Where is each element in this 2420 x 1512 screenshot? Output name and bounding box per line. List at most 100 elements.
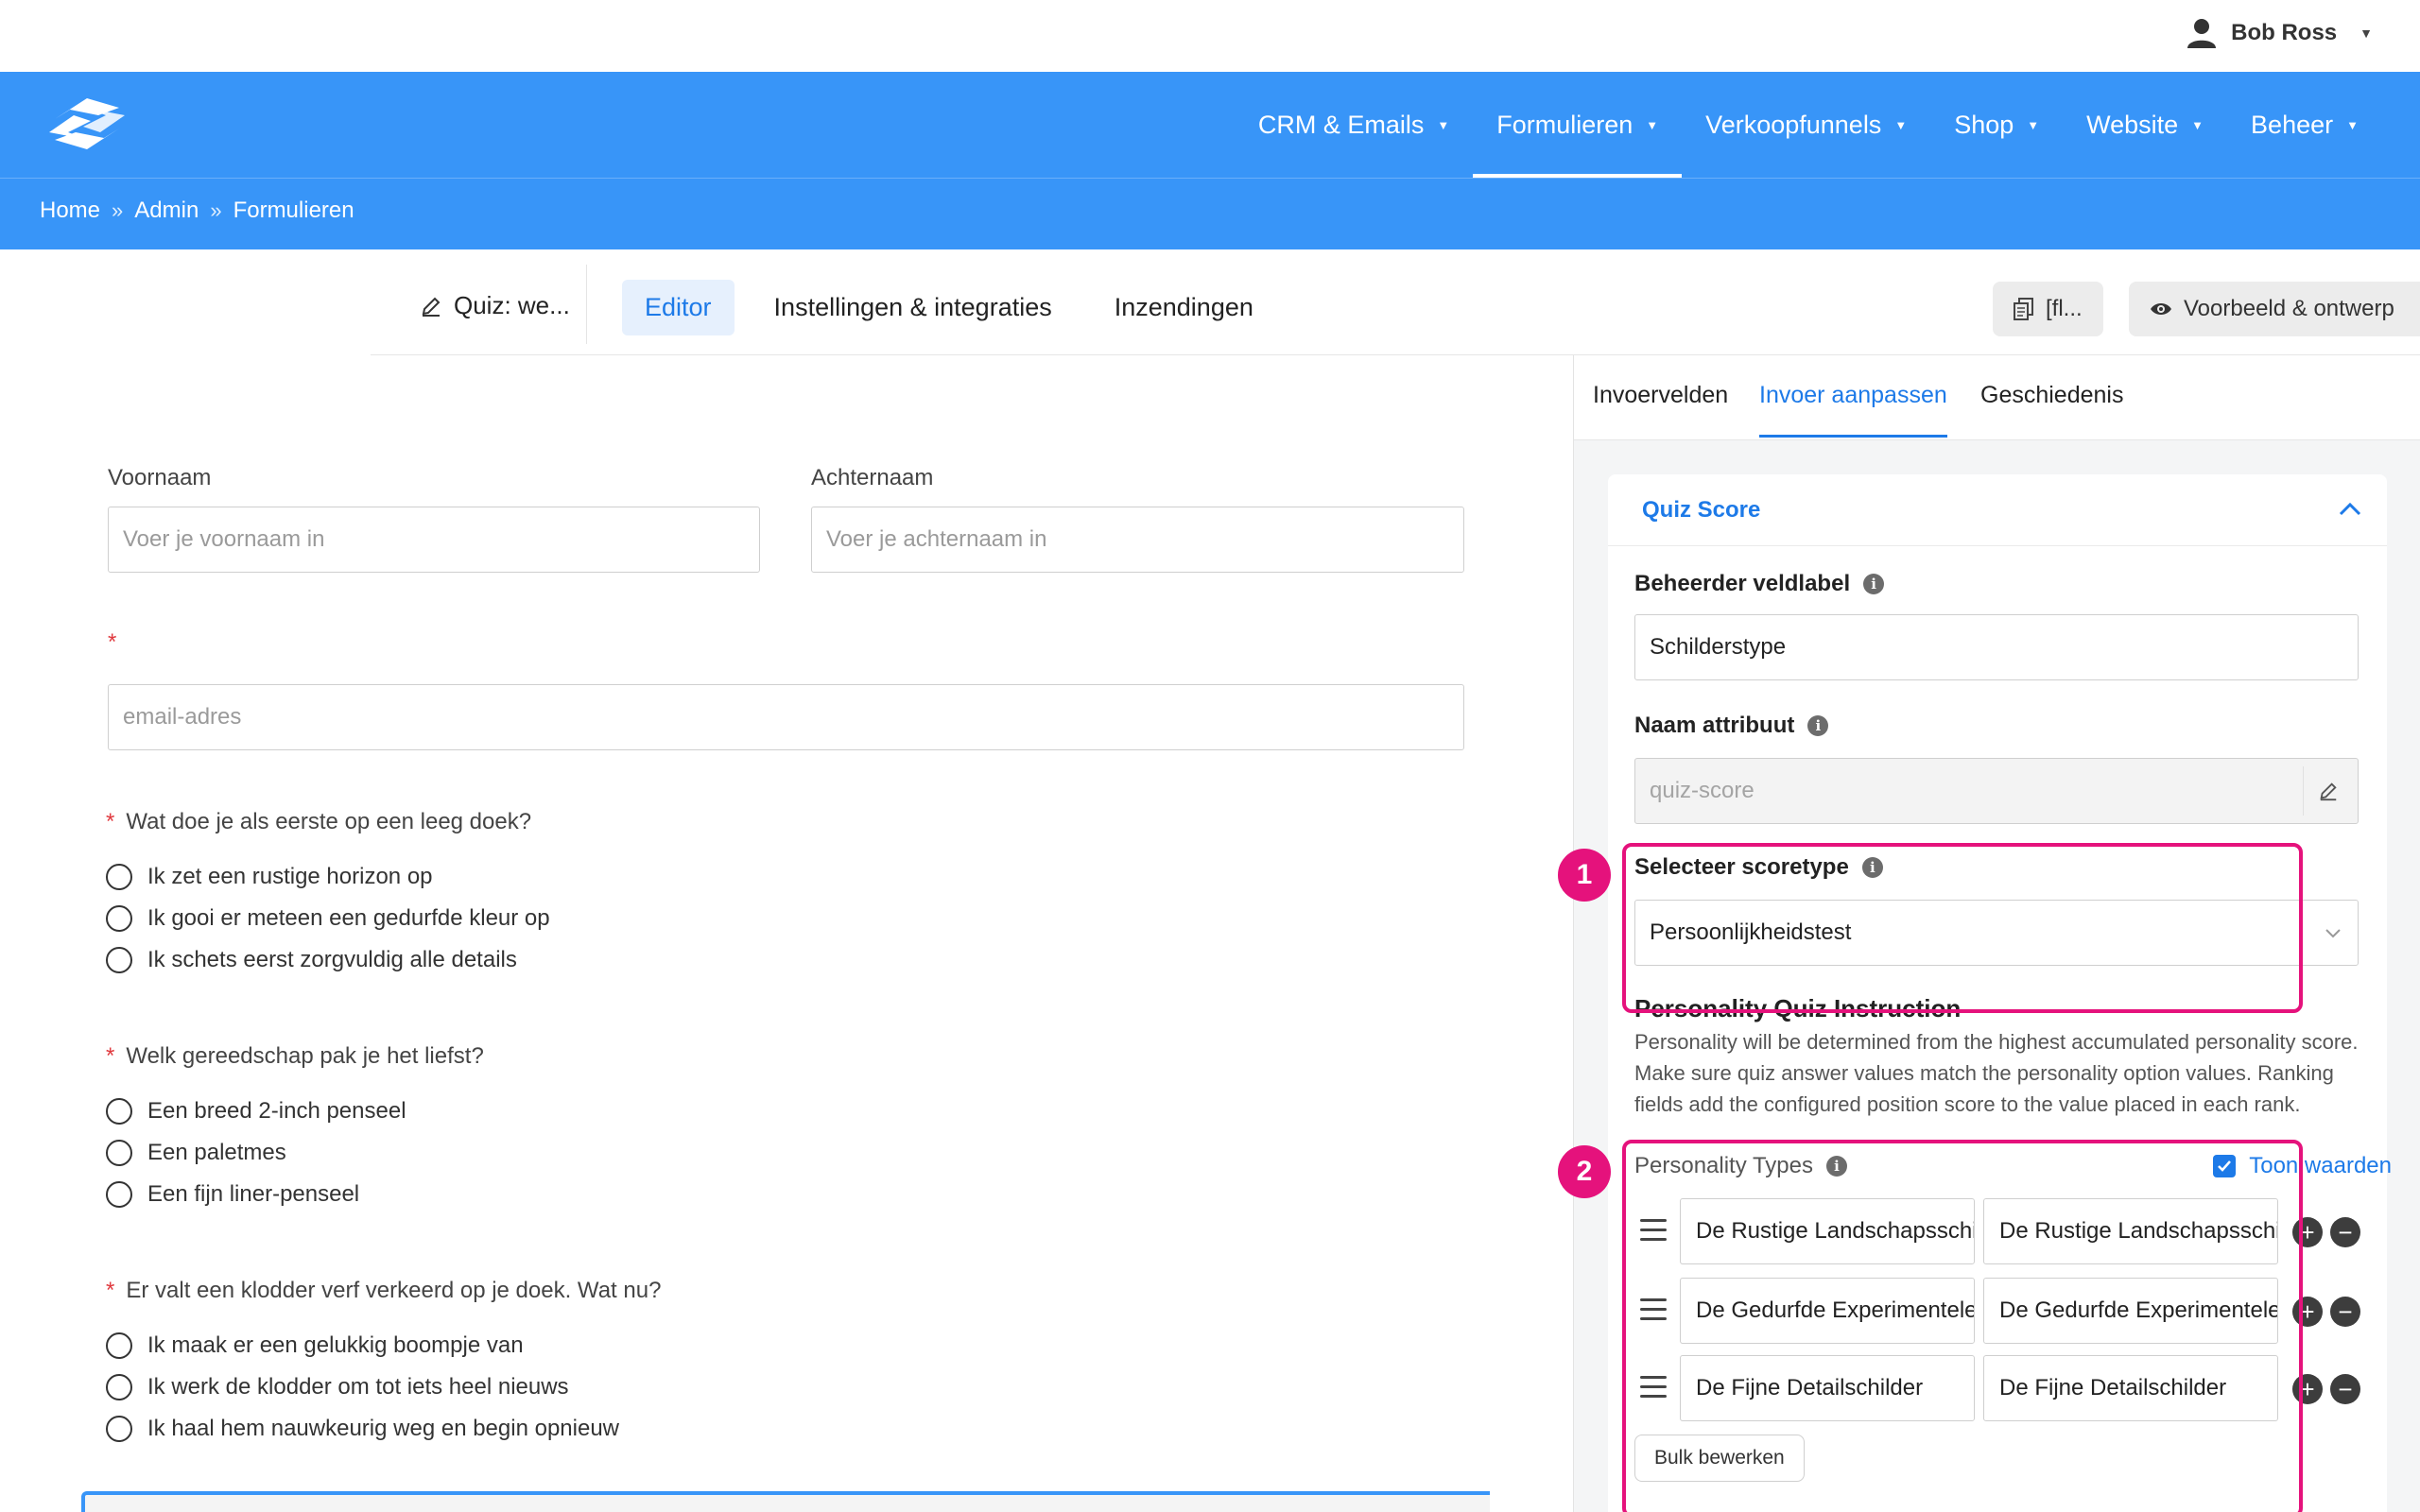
personality-label-input[interactable]: De Gedurfde Experimentele	[1680, 1278, 1975, 1344]
app-logo[interactable]	[42, 91, 132, 157]
nav-crm-emails[interactable]: CRM & Emails ▼	[1235, 72, 1473, 178]
radio-button[interactable]	[106, 947, 132, 973]
admin-label-label: Beheerder veldlabel i	[1634, 571, 1885, 597]
question-3: * Er valt een klodder verf verkeerd op je…	[106, 1278, 661, 1304]
section-header[interactable]: Quiz Score	[1608, 474, 2387, 546]
score-type-select[interactable]: Persoonlijkheidstest	[1634, 900, 2359, 966]
info-icon[interactable]: i	[1863, 574, 1885, 594]
remove-row-icon[interactable]: −	[2330, 1217, 2360, 1247]
breadcrumb: Home » Admin » Formulieren	[40, 198, 354, 224]
admin-label-value: Schilderstype	[1650, 634, 1787, 660]
form-canvas: Voornaam Voer je voornaam in Achternaam …	[0, 355, 1573, 1512]
add-row-icon[interactable]: +	[2292, 1374, 2323, 1404]
radio-button[interactable]	[106, 1374, 132, 1400]
breadcrumb-separator: »	[210, 198, 222, 222]
show-values-toggle[interactable]: Toon waarden	[2213, 1153, 2392, 1179]
personality-value-input[interactable]: De Rustige Landschapsschilder	[1983, 1198, 2278, 1264]
nav-label: Beheer	[2251, 110, 2334, 139]
attribute-name-input[interactable]: quiz-score	[1634, 758, 2359, 824]
user-icon	[2187, 19, 2217, 48]
tab-invoer-aanpassen[interactable]: Invoer aanpassen	[1759, 382, 1947, 438]
nav-verkoopfunnels[interactable]: Verkoopfunnels ▼	[1682, 72, 1930, 178]
personality-label-input[interactable]: De Rustige Landschapsschilder	[1680, 1198, 1975, 1264]
radio-button[interactable]	[106, 864, 132, 890]
main-navigation: CRM & Emails ▼ Formulieren ▼ Verkoopfunnel…	[0, 72, 2420, 178]
nav-formulieren[interactable]: Formulieren ▼	[1473, 72, 1683, 178]
first-name-label: Voornaam	[108, 465, 212, 490]
info-icon[interactable]: i	[1826, 1156, 1847, 1177]
breadcrumb-formulieren[interactable]: Formulieren	[233, 198, 354, 224]
option-label: Ik schets eerst zorgvuldig alle details	[147, 947, 517, 972]
form-title[interactable]: Quiz: we...	[420, 291, 570, 320]
preview-label: Voorbeeld & ontwerp	[2184, 296, 2394, 321]
radio-button[interactable]	[106, 1098, 132, 1125]
breadcrumb-admin[interactable]: Admin	[134, 198, 199, 224]
user-menu[interactable]: Bob Ross ▼	[2186, 17, 2373, 49]
nav-website[interactable]: Website ▼	[2063, 72, 2227, 178]
attribute-name-label: Naam attribuut i	[1634, 713, 1829, 739]
email-input[interactable]: email-adres	[108, 684, 1464, 750]
personality-row: De Rustige Landschapsschilder De Rustige…	[1634, 1198, 2372, 1264]
tab-inzendingen[interactable]: Inzendingen	[1092, 280, 1276, 335]
drag-handle-icon[interactable]	[1640, 1298, 1667, 1327]
personality-row: De Fijne Detailschilder De Fijne Details…	[1634, 1355, 2372, 1421]
last-name-label: Achternaam	[811, 465, 934, 490]
radio-option[interactable]: Een fijn liner-penseel	[106, 1181, 359, 1208]
tab-invoervelden[interactable]: Invoervelden	[1593, 382, 1728, 409]
tab-instellingen-integraties[interactable]: Instellingen & integraties	[752, 280, 1075, 335]
tab-geschiedenis[interactable]: Geschiedenis	[1980, 382, 2123, 409]
pencil-icon	[2319, 782, 2337, 801]
preview-design-button[interactable]: Voorbeeld & ontwerp	[2129, 282, 2420, 336]
radio-option[interactable]: Ik werk de klodder om tot iets heel nieu…	[106, 1374, 569, 1400]
radio-option[interactable]: Een breed 2-inch penseel	[106, 1098, 406, 1125]
radio-option[interactable]: Ik gooi er meteen een gedurfde kleur op	[106, 905, 550, 932]
radio-button[interactable]	[106, 1332, 132, 1359]
divider	[586, 265, 587, 344]
instruction-text: Personality will be determined from the …	[1634, 1030, 2359, 1116]
personality-value-input[interactable]: De Gedurfde Experimentele	[1983, 1278, 2278, 1344]
nav-beheer[interactable]: Beheer ▼	[2227, 72, 2382, 178]
nav-label: CRM & Emails	[1257, 110, 1425, 139]
question-1: * Wat doe je als eerste op een leeg doek?	[106, 809, 531, 835]
remove-row-icon[interactable]: −	[2330, 1374, 2360, 1404]
shortcode-button[interactable]: [fl...	[1993, 282, 2103, 336]
info-icon[interactable]: i	[1861, 857, 1883, 878]
selected-field-block[interactable]	[81, 1491, 1490, 1512]
admin-label-text: Beheerder veldlabel	[1634, 571, 1851, 596]
last-name-input[interactable]: Voer je achternaam in	[811, 507, 1464, 573]
eye-icon	[2151, 303, 2171, 315]
question-text: Er valt een klodder verf verkeerd op je …	[126, 1278, 662, 1303]
personality-label-input[interactable]: De Fijne Detailschilder	[1680, 1355, 1975, 1421]
radio-option[interactable]: Ik haal hem nauwkeurig weg en begin opni…	[106, 1416, 619, 1442]
breadcrumb-home[interactable]: Home	[40, 198, 100, 224]
first-name-input[interactable]: Voer je voornaam in	[108, 507, 760, 573]
chevron-up-icon[interactable]	[2338, 497, 2362, 522]
radio-button[interactable]	[106, 1140, 132, 1166]
add-row-icon[interactable]: +	[2292, 1217, 2323, 1247]
nav-label: Shop	[1954, 110, 2014, 139]
radio-option[interactable]: Ik maak er een gelukkig boompje van	[106, 1332, 524, 1359]
add-row-icon[interactable]: +	[2292, 1297, 2323, 1327]
radio-option[interactable]: Ik schets eerst zorgvuldig alle details	[106, 947, 517, 973]
radio-button[interactable]	[106, 1416, 132, 1442]
personality-value-input[interactable]: De Fijne Detailschilder	[1983, 1355, 2278, 1421]
section-title: Quiz Score	[1642, 497, 1761, 523]
score-type-value: Persoonlijkheidstest	[1650, 919, 1852, 945]
admin-label-input[interactable]: Schilderstype	[1634, 614, 2359, 680]
radio-option[interactable]: Ik zet een rustige horizon op	[106, 864, 433, 890]
drag-handle-icon[interactable]	[1640, 1376, 1667, 1404]
tab-editor[interactable]: Editor	[622, 280, 735, 335]
edit-attribute-button[interactable]	[2303, 766, 2352, 816]
nav-shop[interactable]: Shop ▼	[1930, 72, 2063, 178]
user-name: Bob Ross	[2231, 20, 2338, 45]
drag-handle-icon[interactable]	[1640, 1219, 1667, 1247]
required-mark: *	[106, 809, 115, 834]
bulk-edit-button[interactable]: Bulk bewerken	[1634, 1435, 1805, 1482]
radio-option[interactable]: Een paletmes	[106, 1140, 286, 1166]
info-icon[interactable]: i	[1807, 715, 1829, 736]
remove-row-icon[interactable]: −	[2330, 1297, 2360, 1327]
radio-button[interactable]	[106, 905, 132, 932]
checkbox-checked-icon[interactable]	[2213, 1155, 2237, 1177]
question-2: * Welk gereedschap pak je het liefst?	[106, 1043, 484, 1070]
radio-button[interactable]	[106, 1181, 132, 1208]
